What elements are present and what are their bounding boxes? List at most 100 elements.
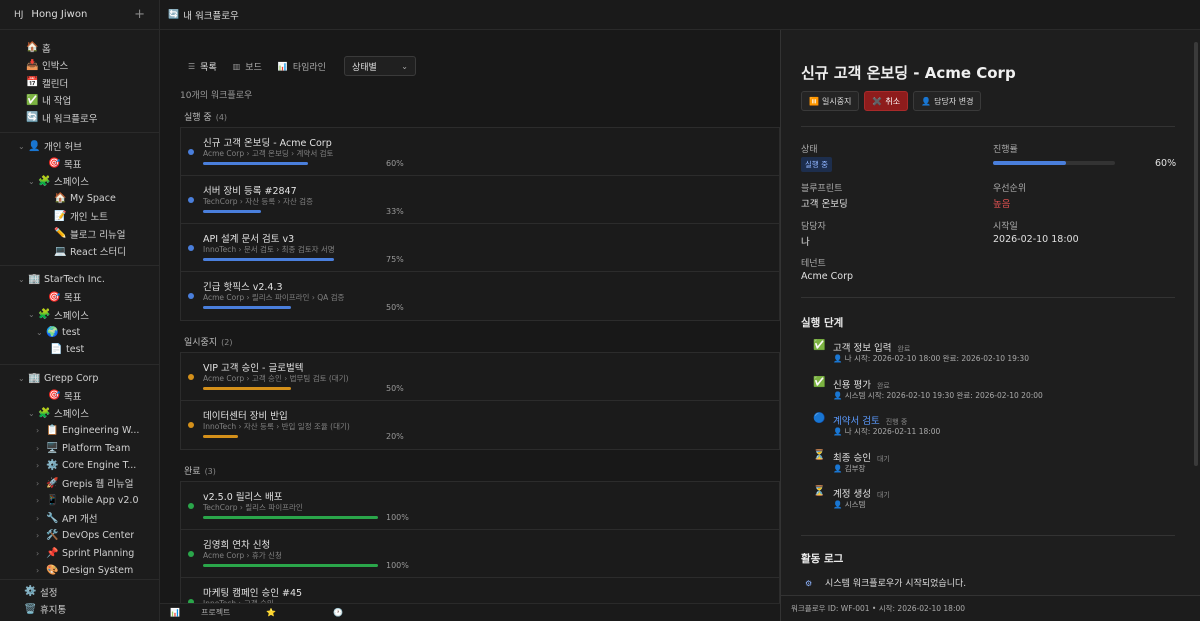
- footer-item[interactable]: ⭐: [266, 608, 315, 617]
- chevron-icon[interactable]: ›: [36, 479, 46, 488]
- workflow-title: v2.5.0 릴리스 배포: [203, 492, 283, 503]
- footer-item[interactable]: 🕐: [333, 608, 382, 617]
- sidebar-tree-item[interactable]: › 📋 Engineering W...: [0, 422, 159, 440]
- change-assignee-button[interactable]: 👤 담당자 변경: [913, 91, 982, 111]
- sidebar-item[interactable]: 🔄 내 워크플로우: [0, 109, 159, 127]
- chevron-icon[interactable]: ›: [36, 496, 46, 505]
- pause-button[interactable]: ⏸️ 일시중지: [801, 91, 860, 111]
- footer-item[interactable]: 📊 프로젝트: [170, 607, 248, 618]
- blueprint-value: 고객 온보딩: [801, 199, 848, 210]
- step-meta: 👤 시스템 시작: 2026-02-10 19:30 완료: 2026-02-1…: [833, 390, 1043, 400]
- sidebar-bottom-item[interactable]: ⚙️ 설정: [0, 583, 159, 601]
- assignee-label: 담당자: [801, 222, 826, 232]
- close-icon: ✖️: [872, 96, 883, 106]
- sidebar-item-label: 스페이스: [54, 310, 89, 322]
- sidebar-tree-item[interactable]: 📄 test: [0, 341, 159, 359]
- workflow-row[interactable]: VIP 고객 승인 - 글로벌텍 Acme Corp › 고객 승인 › 법무팀 …: [181, 353, 779, 401]
- tab-board[interactable]: ▥ 보드: [233, 60, 262, 73]
- footer-label: 프로젝트: [200, 608, 231, 617]
- chevron-icon[interactable]: ⌄: [28, 409, 38, 418]
- section-header[interactable]: 일시중지 (2): [184, 335, 232, 348]
- chevron-icon[interactable]: ›: [36, 514, 46, 523]
- tree-icon: 🧩: [38, 175, 51, 187]
- sidebar-item-label: StarTech Inc.: [44, 274, 105, 286]
- workflow-row[interactable]: API 설계 문서 검토 v3 InnoTech › 문서 검토 › 최종 검토자…: [181, 224, 779, 272]
- sidebar-tree-item[interactable]: › 🚀 Grepis 웹 리뉴얼: [0, 475, 159, 493]
- step-state: 완료: [876, 381, 890, 390]
- group-by-select[interactable]: 상태별 ⌄: [343, 56, 416, 76]
- tab-list[interactable]: ☰ 목록: [188, 60, 217, 73]
- status-badge: 실행 중: [801, 157, 833, 172]
- chevron-icon[interactable]: ⌄: [18, 142, 28, 151]
- sidebar-tree-item[interactable]: 🏠 My Space: [0, 190, 159, 208]
- sidebar-tree-item[interactable]: 💻 React 스터디: [0, 243, 159, 261]
- workflow-row[interactable]: 마케팅 캠페인 승인 #45InnoTech › 고객 승인100%: [181, 578, 779, 603]
- sidebar-tree-item[interactable]: › 🔧 API 개선: [0, 510, 159, 528]
- tab-timeline[interactable]: 📊 타임라인: [278, 60, 326, 73]
- chevron-icon[interactable]: ⌄: [28, 310, 38, 319]
- sidebar-bottom-item[interactable]: 🗑️ 휴지통: [0, 601, 159, 619]
- chevron-icon[interactable]: ⌄: [28, 177, 38, 186]
- add-icon[interactable]: +: [134, 7, 145, 22]
- steps-title: 실행 단계: [801, 317, 844, 329]
- sidebar-item[interactable]: 📥 인박스: [0, 57, 159, 75]
- workflow-row[interactable]: 서버 장비 등록 #2847 TechCorp › 자산 등록 › 자산 검증 33…: [181, 176, 779, 224]
- sidebar-tree-item[interactable]: › ⚙️ Core Engine T...: [0, 457, 159, 475]
- sidebar-tree-item[interactable]: › 📌 Sprint Planning: [0, 545, 159, 563]
- divider: [801, 535, 1175, 536]
- sidebar-tree-item[interactable]: › 🛠️ DevOps Center: [0, 527, 159, 545]
- scrollbar[interactable]: [1194, 42, 1198, 466]
- sidebar-tree-item[interactable]: › 🎨 Design System: [0, 562, 159, 580]
- sidebar-tree-item[interactable]: 🎯 목표: [0, 387, 159, 405]
- workflow-row[interactable]: 데이터센터 장비 반입 InnoTech › 자산 등록 › 반입 일정 조율 (…: [181, 401, 779, 449]
- tenant-value: Acme Corp: [801, 271, 854, 282]
- chevron-icon[interactable]: ⌄: [18, 374, 28, 383]
- sidebar-item[interactable]: ✅ 내 작업: [0, 92, 159, 110]
- workflow-title: 서버 장비 등록 #2847: [203, 186, 297, 197]
- sidebar-tree-item[interactable]: ⌄ 🏢 StarTech Inc.: [0, 271, 159, 289]
- sidebar-tree-item[interactable]: 🎯 목표: [0, 155, 159, 173]
- chevron-icon[interactable]: ›: [36, 549, 46, 558]
- section-header[interactable]: 완료 (3): [184, 464, 216, 477]
- sidebar-item[interactable]: 🏠 홈: [0, 39, 159, 57]
- chevron-icon[interactable]: ›: [36, 461, 46, 470]
- sidebar-tree-item[interactable]: › 🖥️ Platform Team: [0, 440, 159, 458]
- step-name[interactable]: 계약서 검토 진행 중: [833, 413, 907, 427]
- sidebar-tree-item[interactable]: ⌄ 👤 개인 허브: [0, 138, 159, 156]
- sidebar-tree-item[interactable]: ⌄ 🌍 test: [0, 324, 159, 342]
- step-status-icon: ⏳: [813, 486, 826, 497]
- workflow-row[interactable]: 긴급 핫픽스 v2.4.3 Acme Corp › 릴리스 파이프라인 › QA …: [181, 272, 779, 320]
- workflow-path: Acme Corp › 고객 승인 › 법무팀 검토 (대기): [203, 374, 349, 383]
- pause-icon: ⏸️: [809, 96, 819, 106]
- sidebar-tree-item[interactable]: ✏️ 블로그 리뉴얼: [0, 225, 159, 243]
- chevron-icon[interactable]: ›: [36, 444, 46, 453]
- workflow-row[interactable]: 신규 고객 온보딩 - Acme Corp Acme Corp › 고객 온보딩 …: [181, 128, 779, 176]
- detail-title: 신규 고객 온보딩 - Acme Corp: [801, 64, 1016, 82]
- chevron-icon[interactable]: ⌄: [36, 328, 46, 337]
- avatar[interactable]: HJ: [14, 10, 23, 20]
- workflow-row[interactable]: 김영희 연차 신청 Acme Corp › 휴가 신청 100%: [181, 530, 779, 578]
- chevron-icon[interactable]: ⌄: [18, 275, 28, 284]
- chevron-icon[interactable]: ›: [36, 426, 46, 435]
- tree-icon: 🎯: [48, 390, 61, 402]
- workflow-path: InnoTech › 문서 검토 › 최종 검토자 서명: [203, 245, 335, 254]
- nav-icon: 📥: [26, 59, 39, 71]
- sidebar-tree-item[interactable]: ⌄ 🧩 스페이스: [0, 405, 159, 423]
- sidebar-tree-item[interactable]: ⌄ 🧩 스페이스: [0, 173, 159, 191]
- sidebar-item[interactable]: 📅 캘린더: [0, 74, 159, 92]
- chevron-icon[interactable]: ›: [36, 531, 46, 540]
- chevron-icon[interactable]: ›: [36, 566, 46, 575]
- section-count: (3): [204, 467, 216, 476]
- sidebar-item-label: 개인 허브: [44, 142, 82, 154]
- cancel-button[interactable]: ✖️ 취소: [864, 91, 909, 111]
- sidebar-tree-item[interactable]: 📝 개인 노트: [0, 208, 159, 226]
- sidebar-tree-item[interactable]: 🎯 목표: [0, 289, 159, 307]
- section-header[interactable]: 실행 중 (4): [184, 110, 227, 123]
- sidebar-tree-item[interactable]: ⌄ 🧩 스페이스: [0, 306, 159, 324]
- sidebar-header: HJ Hong Jiwon +: [0, 0, 159, 30]
- sidebar-tree-item[interactable]: ⌄ 🏢 Grepp Corp: [0, 370, 159, 388]
- sidebar-tree-item[interactable]: › 📱 Mobile App v2.0: [0, 492, 159, 510]
- activity-log-title: 활동 로그: [801, 553, 844, 565]
- workflow-row[interactable]: v2.5.0 릴리스 배포 TechCorp › 릴리스 파이프라인 100%: [181, 482, 779, 530]
- user-name[interactable]: Hong Jiwon: [31, 9, 134, 20]
